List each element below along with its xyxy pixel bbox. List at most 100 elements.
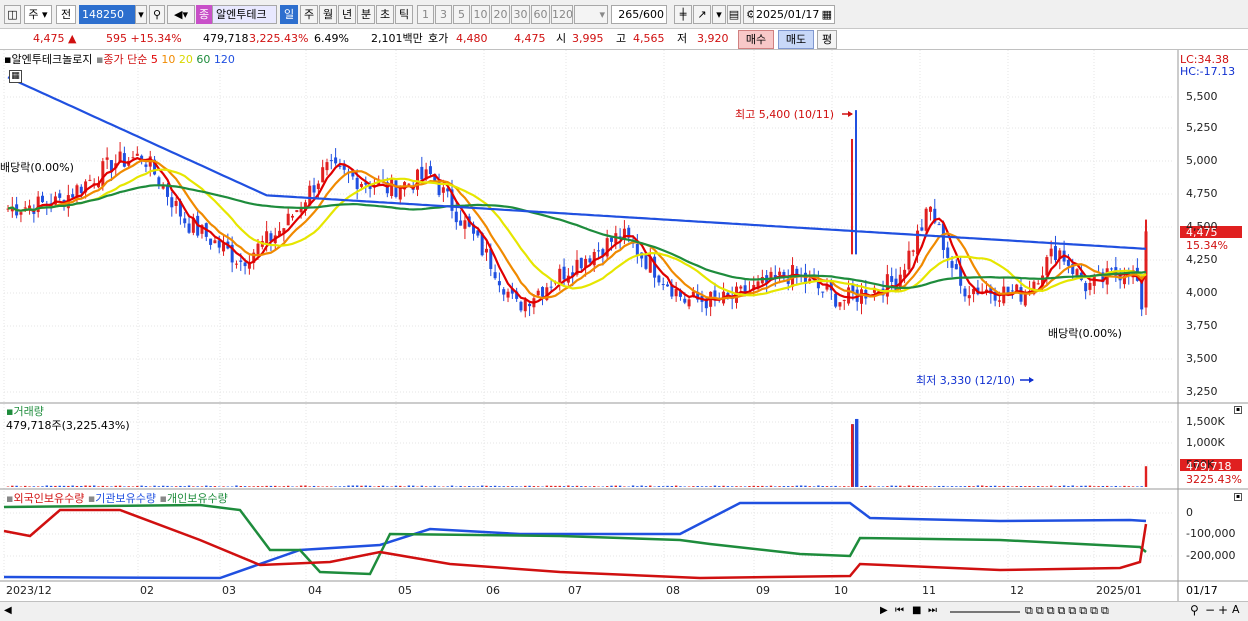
draw-dropdown-icon[interactable]: ▾ [712,5,726,24]
volume-bar [631,485,635,487]
volume-bar [360,485,363,487]
volume-bar [472,486,475,487]
interval-1[interactable]: 1 [417,5,434,24]
play-icon[interactable]: ▶ [880,605,888,616]
volume-bar [334,486,337,487]
candle-body [497,281,501,286]
buy-button[interactable]: 매수 [738,30,774,49]
candle-body [1049,248,1053,257]
tab-second[interactable]: 초 [376,5,394,24]
candle-body [778,271,782,275]
volume-bar [265,485,268,487]
interval-60[interactable]: 60 [531,5,550,24]
volume-bar [386,486,389,487]
candle-body [1053,246,1057,261]
sell-button[interactable]: 매도 [778,30,814,49]
volume-bar [88,485,92,487]
adj-type-select[interactable]: 전 [56,5,76,24]
layout-tools-icon[interactable]: ⧉⧉⧉⧉⧉⧉⧉⧉ [1025,604,1112,618]
x-tick-label: 11 [922,584,936,597]
stock-name[interactable]: 알엔투테크 [212,5,277,24]
candle-body [484,248,488,253]
draw-tool-icon[interactable]: ↗ [693,5,711,24]
interval-dropdown[interactable]: ▾ [574,5,608,24]
candle-body [1084,283,1088,292]
forward-icon[interactable]: ⏭ [928,605,937,616]
low-label: 저 [677,32,688,45]
volume-bar [1006,486,1010,487]
stop-icon[interactable]: ■ [912,605,921,616]
candle-body [174,200,178,206]
tab-month[interactable]: 월 [319,5,337,24]
candle-body [420,166,424,180]
interval-120[interactable]: 120 [551,5,573,24]
candle-body [71,194,75,198]
volume-tick-label: 1,000K [1186,436,1225,449]
volume-bar [791,486,794,487]
stock-code-input[interactable]: 148250 [79,5,135,24]
interval-10[interactable]: 10 [471,5,490,24]
rewind-icon[interactable]: ⏮ [895,605,904,616]
period-type-select[interactable]: 주 ▾ [24,5,52,24]
sound-icon[interactable]: ◀▾ [167,5,195,24]
last-pct-text: 15.34% [1186,239,1228,252]
volume-bar [618,485,622,487]
volume-bar [562,486,566,487]
font-size-icon[interactable]: A [1232,603,1240,616]
ask-value: 4,475 [514,32,546,45]
count-input[interactable]: 265/600 [611,5,667,24]
minus-icon[interactable]: − [1205,603,1215,617]
table-toggle-icon[interactable]: ▦ [9,70,22,83]
volume-bar [924,486,928,487]
volume-bar [407,485,411,487]
candle-body [661,284,665,286]
date-input[interactable]: 2025/01/17 ▦ [753,5,835,24]
candle-body [88,179,92,181]
tab-minute[interactable]: 분 [357,5,375,24]
candle-type-icon[interactable]: ╪ [674,5,692,24]
tab-day[interactable]: 일 [280,5,298,24]
interval-5[interactable]: 5 [453,5,470,24]
legend-institution: 기관보유수량 [95,492,157,505]
layout-icon[interactable]: ◫ [4,5,21,24]
candle-body [683,298,687,303]
zoom-slider[interactable] [950,611,1020,613]
turnover-rate: 6.49% [314,32,349,45]
eval-button[interactable]: 평 [817,30,837,49]
candle-body [562,266,566,280]
zoom-icon[interactable]: ⚲ [1190,603,1199,617]
plus-icon[interactable]: + [1218,603,1228,617]
stock-chart[interactable] [0,50,1248,601]
volume-bar [756,486,760,487]
scroll-left-icon[interactable]: ◀ [4,605,12,616]
volume-bar [399,485,402,487]
tab-year[interactable]: 년 [338,5,356,24]
search-icon[interactable]: ⚲ [149,5,165,24]
interval-20[interactable]: 20 [491,5,510,24]
candle-body [592,251,596,266]
current-price-value: 4,475 [33,32,65,45]
volume-bar [545,485,549,487]
interval-30[interactable]: 30 [511,5,530,24]
price-tick-label: 3,250 [1186,385,1218,398]
tab-week[interactable]: 주 [300,5,318,24]
code-dropdown-icon[interactable]: ▾ [135,5,147,24]
volume-bar [993,485,997,487]
tab-tick[interactable]: 틱 [395,5,413,24]
save-icon[interactable]: ▤ [727,5,741,24]
count-value: 265 [618,8,640,21]
candle-body [58,193,62,198]
interval-3[interactable]: 3 [435,5,452,24]
volume-close-icon[interactable]: ▪ [1234,406,1242,414]
candle-body [459,220,463,226]
volume-bar [123,486,126,487]
candle-body [579,257,583,269]
volume-bar [864,485,868,487]
holdings-close-icon[interactable]: ▪ [1234,493,1242,501]
calendar-icon[interactable]: ▦ [822,6,832,23]
volume-bar [174,486,178,487]
candle-body [170,197,174,208]
volume-bar [1110,486,1113,487]
volume-bar [679,486,682,487]
candle-body [217,240,221,248]
